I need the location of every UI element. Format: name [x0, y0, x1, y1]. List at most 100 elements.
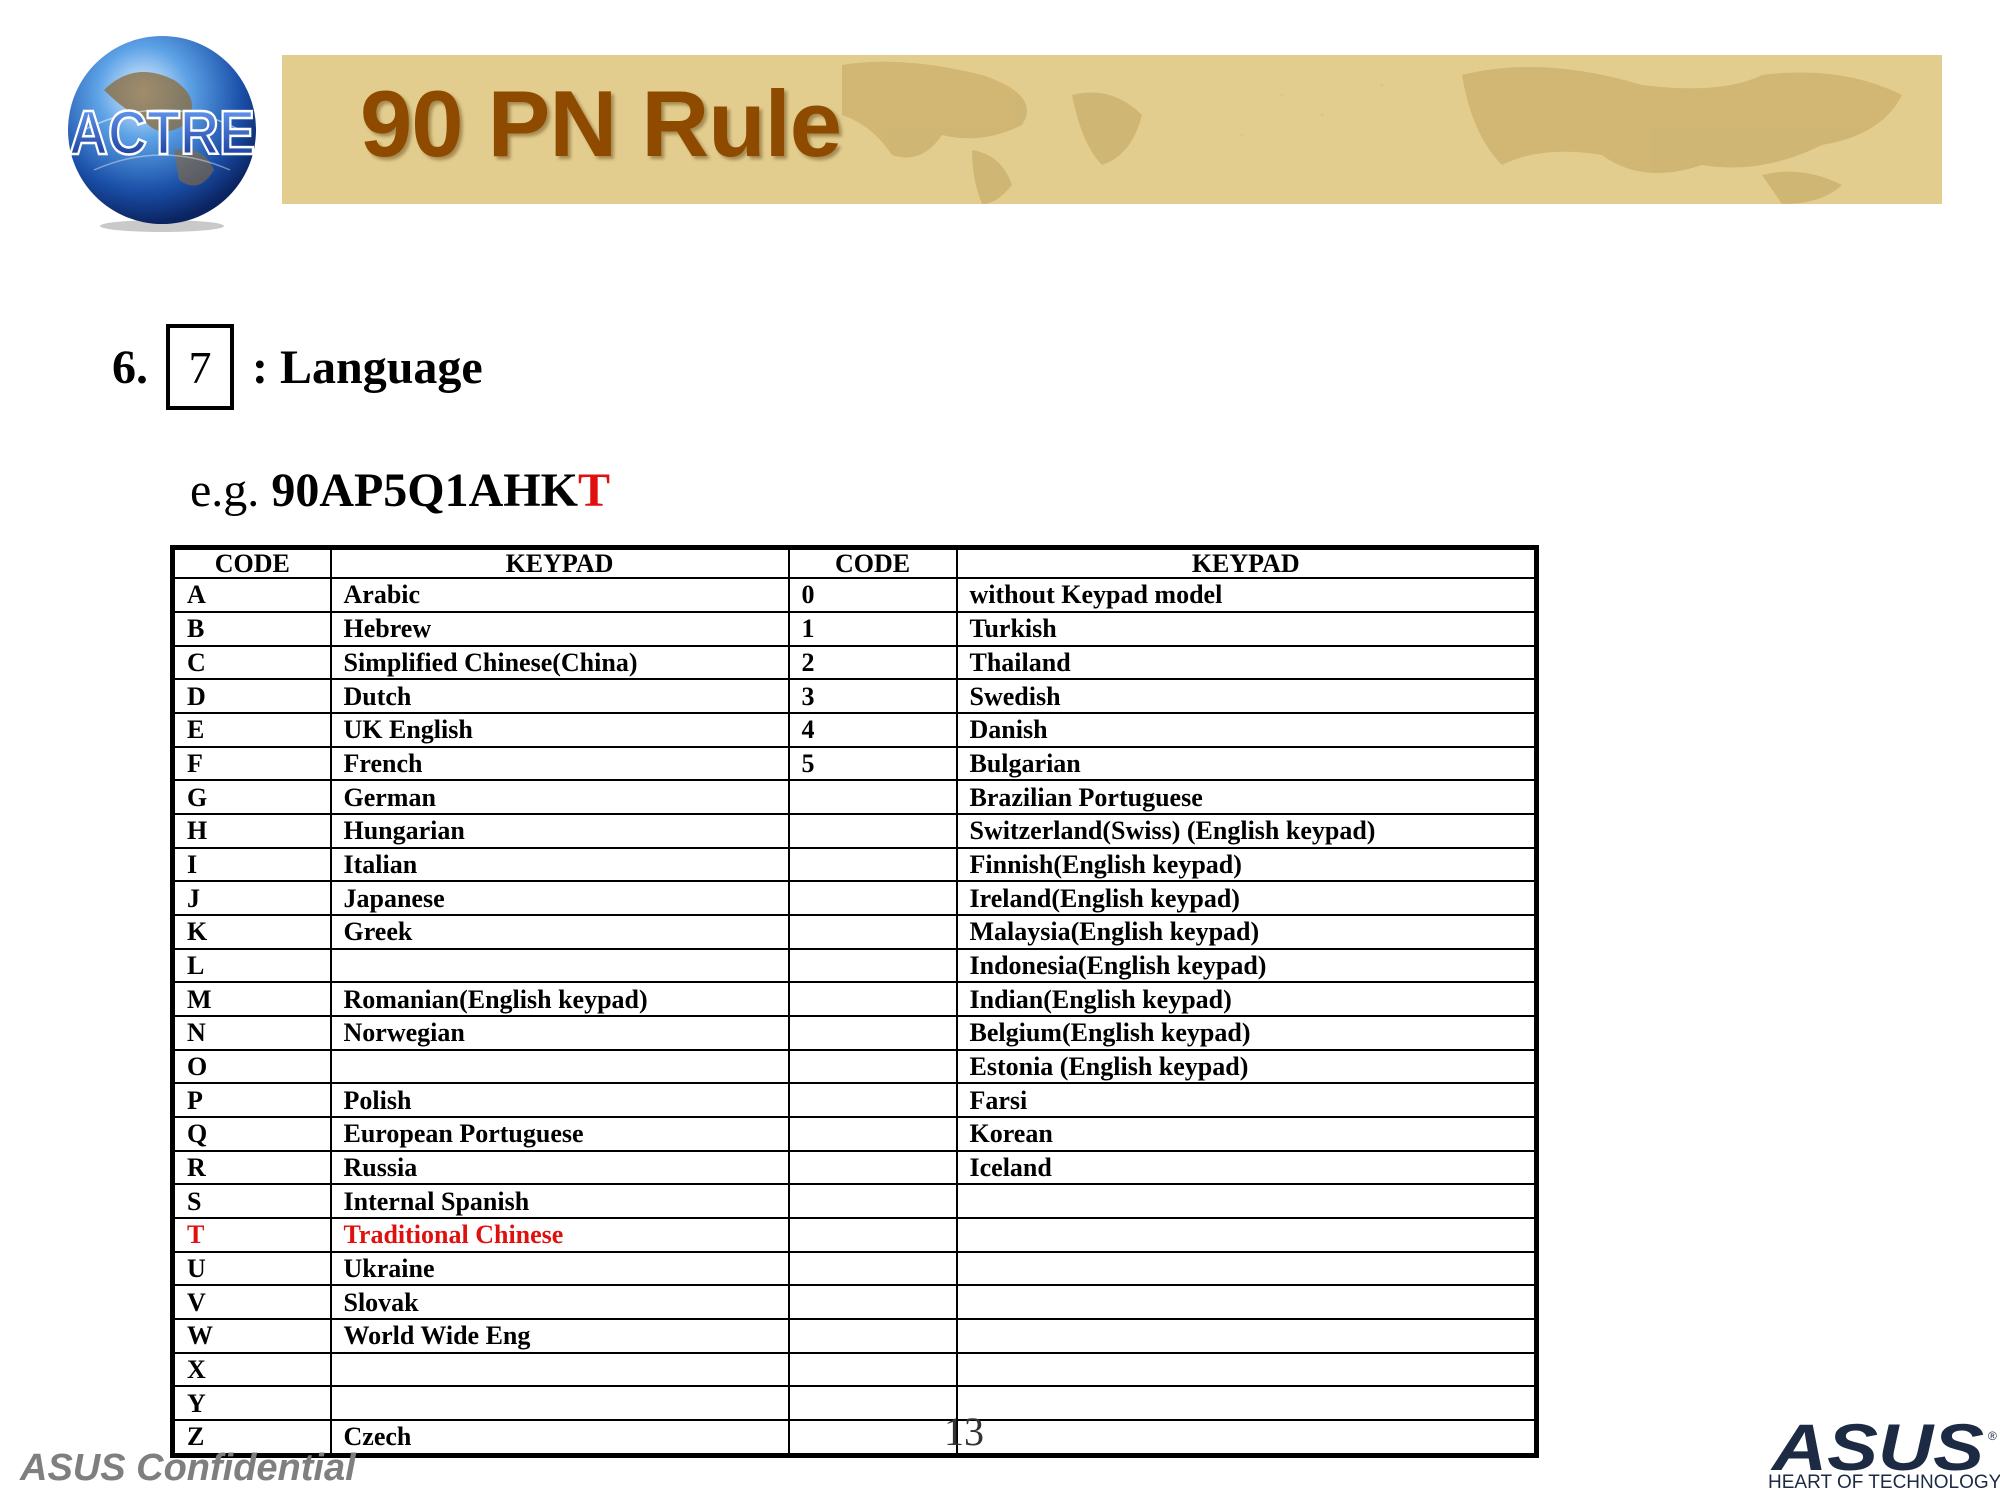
- keypad-cell: without Keypad model: [955, 577, 1538, 613]
- table-row: M Romanian(English keypad) Indian(English …: [171, 981, 1538, 1018]
- table-row: B Hebrew 1 Turkish: [171, 610, 1538, 647]
- keypad-cell: Brazilian Portuguese: [955, 779, 1538, 815]
- code-cell: B: [171, 610, 332, 647]
- table-row: G German Brazilian Portuguese: [171, 779, 1538, 815]
- keypad-cell: [329, 947, 790, 984]
- keypad-cell: German: [329, 779, 790, 815]
- section-number: 6.: [112, 340, 148, 394]
- table-row: Y: [171, 1385, 1538, 1422]
- asus-tagline: HEART OF TECHNOLOGY: [1768, 1472, 2000, 1493]
- keypad-cell: Hebrew: [329, 610, 790, 647]
- keypad-cell: [329, 1048, 790, 1085]
- code-position-box: 7: [166, 324, 234, 410]
- confidential-label: ASUS Confidential: [20, 1447, 356, 1489]
- keypad-cell: Ireland(English keypad): [955, 880, 1538, 917]
- code-cell: [787, 947, 958, 984]
- keypad-cell: Italian: [329, 846, 790, 883]
- code-cell: F: [171, 745, 332, 782]
- keypad-cell: Slovak: [329, 1284, 790, 1321]
- keypad-cell: French: [329, 745, 790, 782]
- keypad-cell: Danish: [955, 711, 1538, 748]
- keypad-cell: Malaysia(English keypad): [955, 914, 1538, 950]
- keypad-cell: [955, 1318, 1538, 1354]
- code-cell: [787, 914, 958, 950]
- code-cell: C: [171, 644, 332, 681]
- code-cell: [787, 1183, 958, 1220]
- code-cell: G: [171, 779, 332, 815]
- code-cell: [787, 1419, 958, 1457]
- code-cell: [787, 779, 958, 815]
- keypad-cell: Simplified Chinese(China): [329, 644, 790, 681]
- keypad-cell: Czech: [329, 1419, 790, 1457]
- example-pn-main: 90AP5Q1AHK: [271, 464, 578, 517]
- table-header-row: CODE KEYPAD CODE KEYPAD: [171, 546, 1538, 580]
- code-cell: L: [171, 947, 332, 984]
- code-cell: [787, 880, 958, 917]
- keypad-cell: [955, 1284, 1538, 1321]
- code-cell: [787, 1351, 958, 1388]
- keypad-cell: Greek: [329, 914, 790, 950]
- table-row: O Estonia (English keypad): [171, 1048, 1538, 1085]
- keypad-cell: Norwegian: [329, 1015, 790, 1051]
- code-cell: X: [171, 1351, 332, 1388]
- code-cell: T: [171, 1217, 332, 1253]
- code-cell: [787, 1284, 958, 1321]
- code-cell: [787, 846, 958, 883]
- code-cell: 4: [787, 711, 958, 748]
- table-row: V Slovak: [171, 1284, 1538, 1321]
- code-cell: I: [171, 846, 332, 883]
- example-prefix: e.g.: [190, 464, 260, 517]
- code-cell: M: [171, 981, 332, 1018]
- section-label: : Language: [252, 340, 483, 394]
- keypad-cell: [955, 1250, 1538, 1287]
- example-pn: e.g. 90AP5Q1AHKT: [190, 463, 610, 518]
- keypad-cell: [955, 1351, 1538, 1388]
- actre-globe-logo: ACTRE: [68, 36, 256, 232]
- table-row: K Greek Malaysia(English keypad): [171, 914, 1538, 950]
- table-row: Q European Portuguese Korean: [171, 1116, 1538, 1152]
- code-cell: [787, 981, 958, 1018]
- code-cell: E: [171, 711, 332, 748]
- table-row: A Arabic 0 without Keypad model: [171, 577, 1538, 613]
- keypad-cell: European Portuguese: [329, 1116, 790, 1152]
- code-cell: [787, 1048, 958, 1085]
- code-cell: [787, 1149, 958, 1186]
- table-row: E UK English 4 Danish: [171, 711, 1538, 748]
- keypad-cell: Finnish(English keypad): [955, 846, 1538, 883]
- keypad-cell: Internal Spanish: [329, 1183, 790, 1220]
- keypad-cell: Thailand: [955, 644, 1538, 681]
- keypad-cell: [955, 1217, 1538, 1253]
- code-cell: [787, 1082, 958, 1119]
- table-body: A Arabic 0 without Keypad model B Hebrew 1 Turk…: [171, 577, 1538, 1457]
- keypad-cell: Switzerland(Swiss) (English keypad): [955, 813, 1538, 849]
- keypad-cell: [955, 1419, 1538, 1457]
- header-keypad: KEYPAD: [329, 546, 790, 580]
- keypad-cell: Traditional Chinese: [329, 1217, 790, 1253]
- code-cell: [787, 813, 958, 849]
- code-cell: U: [171, 1250, 332, 1287]
- keypad-cell: Indonesia(English keypad): [955, 947, 1538, 984]
- code-cell: 1: [787, 610, 958, 647]
- code-cell: K: [171, 914, 332, 950]
- code-cell: H: [171, 813, 332, 849]
- header-code: CODE: [171, 546, 332, 580]
- table-row: U Ukraine: [171, 1250, 1538, 1287]
- keypad-cell: Bulgarian: [955, 745, 1538, 782]
- code-cell: [787, 1318, 958, 1354]
- table-row: C Simplified Chinese(China) 2 Thailand: [171, 644, 1538, 681]
- code-cell: J: [171, 880, 332, 917]
- keypad-cell: Belgium(English keypad): [955, 1015, 1538, 1051]
- code-cell: [787, 1116, 958, 1152]
- table-row: Z Czech: [171, 1419, 1538, 1457]
- table-row: N Norwegian Belgium(English keypad): [171, 1015, 1538, 1051]
- code-cell: 3: [787, 678, 958, 714]
- code-cell: V: [171, 1284, 332, 1321]
- page-number: 13: [944, 1409, 984, 1454]
- code-cell: [787, 1385, 958, 1422]
- code-cell: 0: [787, 577, 958, 613]
- header-code: CODE: [787, 546, 958, 580]
- keypad-cell: Ukraine: [329, 1250, 790, 1287]
- logo-text: ACTRE: [69, 99, 255, 168]
- svg-text:®: ®: [1988, 1429, 1997, 1443]
- code-cell: W: [171, 1318, 332, 1354]
